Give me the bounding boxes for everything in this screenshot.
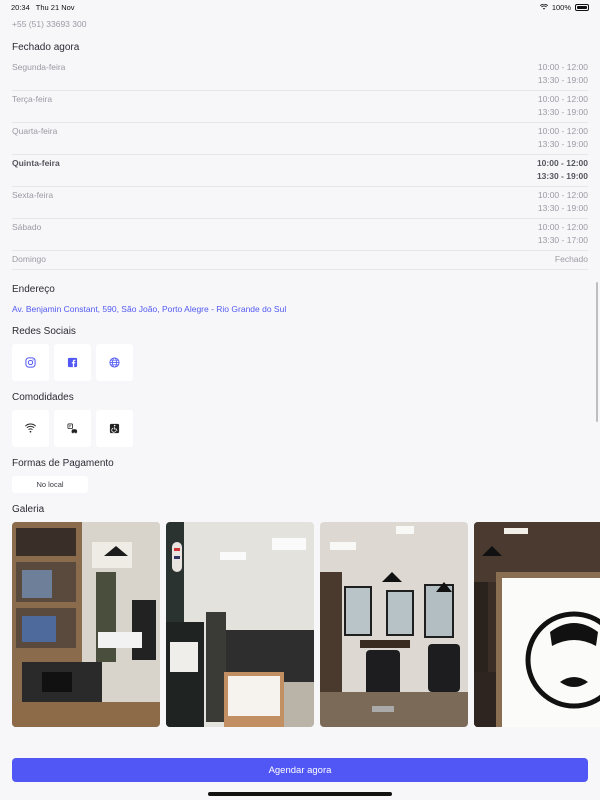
gallery-photo[interactable]	[474, 522, 600, 727]
status-bar: 20:34 Thu 21 Nov 100%	[0, 0, 600, 14]
time-range: 10:00 - 12:00	[537, 190, 588, 200]
day-label: Sábado	[12, 222, 42, 232]
hours-row-sunday: Domingo Fechado	[12, 251, 588, 270]
barbershop-photo-products	[12, 522, 160, 727]
day-label: Sexta-feira	[12, 190, 54, 200]
hours-list: Segunda-feira 10:00 - 12:00 13:30 - 19:00…	[12, 59, 588, 270]
time-range: 10:00 - 12:00	[537, 126, 588, 136]
status-date: Thu 21 Nov	[35, 2, 75, 12]
address-title: Endereço	[12, 284, 55, 295]
barbershop-photo-logo	[474, 522, 600, 727]
time-range: 13:30 - 19:00	[537, 75, 588, 85]
time-range: 13:30 - 19:00	[537, 203, 588, 213]
day-label: Terça-feira	[12, 94, 53, 104]
facebook-button[interactable]	[54, 344, 91, 381]
amenities-list: P	[12, 410, 133, 447]
wifi-icon	[25, 423, 36, 433]
instagram-button[interactable]	[12, 344, 49, 381]
barbershop-photo-reception	[166, 522, 314, 727]
time-range: 13:30 - 17:00	[537, 235, 588, 245]
time-range: 10:00 - 12:00	[536, 158, 588, 168]
battery-percent: 100%	[551, 2, 571, 12]
home-indicator[interactable]	[208, 792, 392, 796]
facebook-icon	[67, 357, 78, 368]
hours-row-wednesday: Quarta-feira 10:00 - 12:00 13:30 - 19:00	[12, 123, 588, 155]
social-links	[12, 344, 133, 381]
parking-icon: P	[67, 423, 78, 434]
day-label: Quinta-feira	[12, 158, 60, 168]
instagram-icon	[25, 357, 36, 368]
hours-row-friday: Sexta-feira 10:00 - 12:00 13:30 - 19:00	[12, 187, 588, 219]
amenities-title: Comodidades	[12, 392, 74, 403]
barbershop-photo-chairs	[320, 522, 468, 727]
payment-method-chip: No local	[12, 476, 88, 493]
svg-text:P: P	[69, 424, 72, 429]
hours-row-saturday: Sábado 10:00 - 12:00 13:30 - 17:00	[12, 219, 588, 251]
time-range: 10:00 - 12:00	[537, 222, 588, 232]
gallery-carousel[interactable]	[12, 522, 600, 727]
time-range: 10:00 - 12:00	[537, 62, 588, 72]
hours-row-tuesday: Terça-feira 10:00 - 12:00 13:30 - 19:00	[12, 91, 588, 123]
gallery-photo[interactable]	[12, 522, 160, 727]
time-range: Fechado	[554, 254, 588, 264]
status-time: 20:34	[11, 2, 30, 12]
hours-row-thursday: Quinta-feira 10:00 - 12:00 13:30 - 19:00	[12, 155, 588, 187]
amenity-parking: P	[54, 410, 91, 447]
time-range: 13:30 - 19:00	[537, 139, 588, 149]
hours-row-monday: Segunda-feira 10:00 - 12:00 13:30 - 19:00	[12, 59, 588, 91]
gallery-title: Galeria	[12, 504, 45, 515]
gallery-photo[interactable]	[320, 522, 468, 727]
day-label: Domingo	[12, 254, 47, 264]
time-range: 13:30 - 19:00	[536, 171, 588, 181]
day-label: Quarta-feira	[12, 126, 58, 136]
social-title: Redes Sociais	[12, 326, 76, 337]
amenity-wifi	[12, 410, 49, 447]
gallery-photo[interactable]	[166, 522, 314, 727]
accessibility-icon	[109, 423, 120, 434]
globe-icon	[109, 357, 120, 368]
time-range: 13:30 - 19:00	[537, 107, 588, 117]
address-link[interactable]: Av. Benjamin Constant, 590, São João, Po…	[12, 304, 286, 314]
day-label: Segunda-feira	[12, 62, 66, 72]
payment-title: Formas de Pagamento	[12, 458, 114, 469]
battery-icon	[575, 3, 589, 11]
amenity-accessibility	[96, 410, 133, 447]
book-now-button[interactable]: Agendar agora	[12, 758, 588, 782]
wifi-status-icon	[539, 4, 548, 10]
website-button[interactable]	[96, 344, 133, 381]
hours-status-title: Fechado agora	[12, 42, 80, 53]
time-range: 10:00 - 12:00	[537, 94, 588, 104]
scrollbar[interactable]	[596, 282, 598, 422]
phone-number[interactable]: +55 (51) 33693 300	[12, 19, 86, 29]
